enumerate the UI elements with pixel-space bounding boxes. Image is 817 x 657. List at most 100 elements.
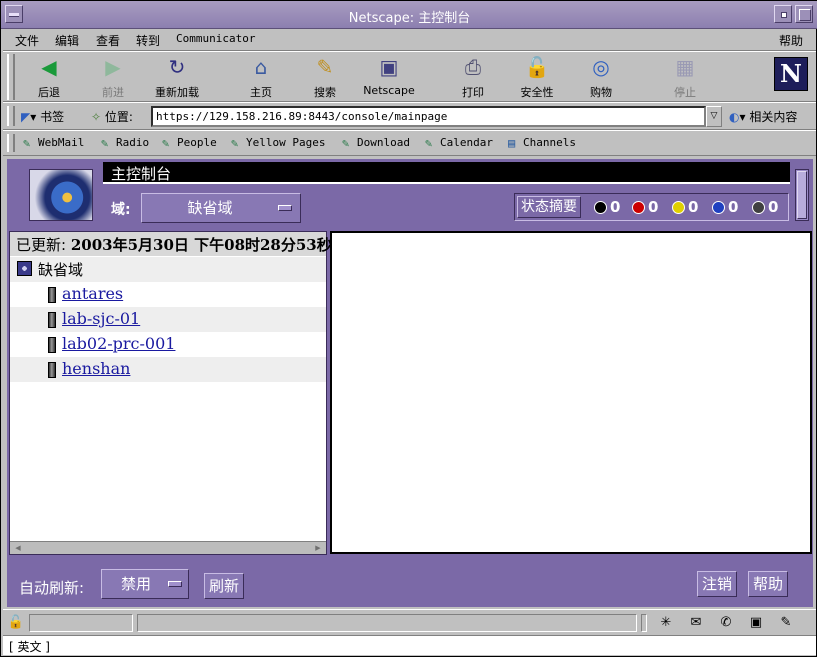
personal-link-calendar[interactable]: ✎ Calendar — [425, 136, 493, 150]
bookmarks-button[interactable]: ◤▾ 书签 — [21, 108, 64, 125]
location-grip[interactable] — [7, 106, 15, 126]
edit-icon[interactable]: ✎ — [771, 613, 801, 633]
menu-view[interactable]: 查看 — [96, 32, 120, 49]
count-value: 0 — [768, 198, 779, 216]
host-link[interactable]: lab-sjc-01 — [62, 309, 140, 328]
refresh-button[interactable]: 刷新 — [204, 573, 245, 599]
domain-icon — [17, 261, 32, 276]
scroll-right-icon[interactable]: ▶ — [312, 543, 324, 553]
location-toolbar: ◤▾ 书签 ✧ 位置: https://129.158.216.89:8443/… — [3, 102, 816, 130]
print-button[interactable]: ⎙ 打印 — [443, 54, 503, 100]
auto-refresh-select[interactable]: 禁用 — [101, 569, 189, 599]
back-button[interactable]: ◀ 后退 — [19, 54, 79, 100]
personal-link-people[interactable]: ✎ People — [162, 136, 217, 150]
input-method-bar[interactable]: [ 英文 ] — [3, 635, 816, 655]
menu-edit[interactable]: 编辑 — [55, 32, 79, 49]
stop-label: 停止 — [674, 86, 696, 99]
status-summary-button[interactable]: 状态摘要 — [517, 196, 581, 218]
help-button[interactable]: 帮助 — [748, 571, 789, 597]
home-button[interactable]: ⌂ 主页 — [231, 54, 291, 100]
status-message-field — [137, 614, 637, 632]
url-input[interactable]: https://129.158.216.89:8443/console/main… — [151, 106, 706, 127]
minimize-button[interactable] — [774, 5, 792, 23]
personal-link-download[interactable]: ✎ Download — [342, 136, 410, 150]
composer-icon[interactable]: ▣ — [741, 613, 771, 633]
menu-go[interactable]: 转到 — [136, 32, 160, 49]
security-lock-icon[interactable]: 🔓 — [7, 614, 25, 632]
tree-row-host: antares — [10, 282, 326, 307]
status-count-major[interactable]: 0 — [632, 197, 658, 217]
link-label: WebMail — [38, 136, 85, 149]
discussions-icon[interactable]: ✆ — [711, 613, 741, 633]
header-scrollbar[interactable] — [795, 169, 809, 221]
forward-button[interactable]: ▶ 前进 — [83, 54, 143, 100]
maximize-button[interactable] — [795, 5, 813, 23]
scrollbar-thumb[interactable] — [797, 171, 807, 219]
stop-icon: ▦ — [675, 55, 695, 79]
status-divider — [641, 614, 647, 632]
domain-select[interactable]: 缺省域 — [141, 193, 301, 223]
mail-icon[interactable]: ✉ — [681, 613, 711, 633]
menu-file[interactable]: 文件 — [15, 32, 39, 49]
security-button[interactable]: 🔓 安全性 — [507, 54, 567, 100]
major-status-icon — [632, 201, 645, 214]
status-count-unknown[interactable]: 0 — [752, 197, 778, 217]
link-label: Radio — [116, 136, 150, 149]
netscape-label: Netscape — [363, 84, 415, 97]
menu-communicator[interactable]: Communicator — [176, 32, 255, 45]
url-dropdown-icon[interactable]: ▽ — [706, 106, 722, 127]
menu-bar: 文件 编辑 查看 转到 Communicator 帮助 — [3, 29, 816, 51]
related-button[interactable]: ◐▾ 相关内容 — [729, 108, 797, 125]
link-label: People — [177, 136, 217, 149]
navigator-icon[interactable]: ✳ — [651, 613, 681, 633]
personal-link-radio[interactable]: ✎ Radio — [101, 136, 149, 150]
menu-help[interactable]: 帮助 — [779, 32, 803, 49]
minor-status-icon — [672, 201, 685, 214]
tree-row-host: lab-sjc-01 — [10, 307, 326, 332]
bookmark-icon: ✎ — [342, 136, 350, 150]
link-label: Yellow Pages — [246, 136, 326, 149]
reload-label: 重新加载 — [155, 86, 199, 99]
window-title: Netscape: 主控制台 — [348, 11, 471, 26]
forward-arrow-icon: ▶ — [105, 55, 121, 79]
scroll-left-icon[interactable]: ◀ — [12, 543, 24, 553]
count-value: 0 — [610, 198, 621, 216]
host-link[interactable]: antares — [62, 284, 123, 303]
personal-link-webmail[interactable]: ✎ WebMail — [23, 136, 84, 150]
status-count-critical[interactable]: 0 — [594, 197, 620, 217]
stop-button[interactable]: ▦ 停止 — [655, 54, 715, 100]
padlock-icon: 🔓 — [524, 55, 550, 79]
personal-grip[interactable] — [7, 134, 15, 152]
shop-button[interactable]: ◎ 购物 — [571, 54, 631, 100]
detail-pane — [330, 231, 812, 554]
status-count-info[interactable]: 0 — [712, 197, 738, 217]
location-text: 位置: — [104, 110, 133, 124]
tree-root-domain[interactable]: 缺省域 — [10, 257, 326, 282]
status-count-minor[interactable]: 0 — [672, 197, 698, 217]
host-link[interactable]: henshan — [62, 359, 130, 378]
host-link[interactable]: lab02-prc-001 — [62, 334, 175, 353]
forward-label: 前进 — [102, 86, 124, 99]
status-summary-panel: 状态摘要 0 0 0 0 0 — [514, 193, 789, 221]
last-updated: 已更新: 2003年5月30日 下午08时28分53秒 — [10, 232, 332, 256]
auto-refresh-value: 禁用 — [120, 575, 151, 593]
server-icon — [48, 337, 56, 353]
personal-link-channels[interactable]: ▤ Channels — [508, 136, 576, 150]
search-icon: ✎ — [316, 55, 334, 79]
bookmark-icon: ✎ — [231, 136, 239, 150]
updated-label: 已更新: — [16, 236, 67, 254]
toolbar-grip[interactable] — [7, 54, 15, 100]
shop-label: 购物 — [590, 86, 612, 99]
updated-timestamp: 2003年5月30日 下午08时28分53秒 — [70, 236, 332, 254]
location-icon: ✧ — [91, 110, 102, 124]
reload-button[interactable]: ↻ 重新加载 — [147, 54, 207, 100]
netscape-logo[interactable]: N — [774, 57, 808, 91]
back-label: 后退 — [38, 86, 60, 99]
bookmarks-icon: ◤ — [21, 110, 31, 124]
tree-horizontal-scrollbar[interactable]: ◀ ▶ — [10, 541, 326, 554]
auto-refresh-label: 自动刷新: — [19, 579, 85, 597]
netscape-button[interactable]: ▣ Netscape — [359, 54, 419, 100]
search-button[interactable]: ✎ 搜索 — [295, 54, 355, 100]
logout-button[interactable]: 注销 — [697, 571, 738, 597]
personal-link-yellow-pages[interactable]: ✎ Yellow Pages — [231, 136, 325, 150]
